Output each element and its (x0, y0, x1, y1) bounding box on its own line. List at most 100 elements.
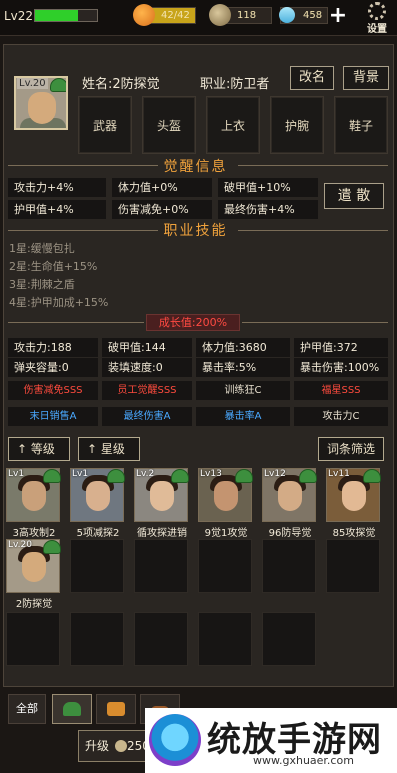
survivor-name: 5项减探2 (76, 528, 120, 539)
survivor-card[interactable]: Lv12 96防导觉 (262, 468, 317, 539)
divider (242, 322, 388, 323)
trait-tag: 训练狂C (196, 381, 290, 400)
attr-cell: 弹夹容量:0 (8, 358, 98, 377)
awaken-stat: 护甲值+4% (8, 200, 106, 219)
octopus-logo-icon (149, 714, 201, 766)
attr-cell: 体力值:3680 (196, 338, 290, 357)
empty-slot (262, 539, 316, 593)
survivor-portrait (150, 481, 174, 511)
survivor-card[interactable]: Lv11 85攻探觉 (326, 468, 381, 539)
empty-slot (198, 539, 252, 593)
tab-all[interactable]: 全部 (8, 694, 46, 724)
awaken-stat: 体力值+0% (112, 178, 212, 197)
survivor-portrait (278, 481, 302, 511)
awaken-stat: 最终伤害+4% (218, 200, 318, 219)
survivor-portrait (22, 481, 46, 511)
survivor-name: 2防探觉 (15, 599, 53, 610)
sort-by-star-button[interactable]: ↑ 星级 (78, 437, 140, 461)
sort-by-level-button[interactable]: ↑ 等级 (8, 437, 70, 461)
survivor-portrait (214, 481, 238, 511)
growth-value: 成长值:200% (146, 314, 240, 331)
survivor-level: Lv13 (200, 469, 222, 479)
survivor-level: Lv.2 (136, 469, 155, 479)
awaken-stat: 破甲值+10% (218, 178, 318, 197)
skill-line: 2星:生命值+15% (9, 260, 98, 273)
attr-cell: 护甲值:372 (294, 338, 388, 357)
upgrade-button[interactable]: 升级 250 (78, 730, 152, 762)
hero-avatar: Lv.20 (14, 76, 68, 130)
top-bar: Lv22 42/42 118 458 + 设置 (0, 0, 397, 36)
settings-button[interactable]: 设置 (360, 2, 394, 35)
empty-slot (326, 539, 380, 593)
survivor-card[interactable]: Lv13 9觉1攻觉 (198, 468, 253, 539)
dismiss-button[interactable]: 遣 散 (324, 183, 384, 209)
hp-bar-fill (35, 10, 79, 21)
helmet-icon (43, 469, 61, 483)
trait-filter-button[interactable]: 词条筛选 (318, 437, 384, 461)
trait-tag: 伤害减免SSS (8, 381, 98, 400)
survivor-level: Lv12 (264, 469, 286, 479)
tab-fighter[interactable] (96, 694, 136, 724)
survivor-portrait (86, 481, 110, 511)
settings-label: 设置 (367, 24, 387, 35)
empty-slot (134, 612, 188, 666)
hp-bar (34, 9, 98, 22)
hero-profession: 职业:防卫者 (200, 77, 270, 92)
helmet-icon (107, 469, 125, 483)
survivor-name: 3高攻制2 (12, 528, 56, 539)
empty-slot (134, 539, 188, 593)
survivor-name: 96防导觉 (268, 528, 312, 539)
equip-slot-shoes[interactable]: 鞋子 (334, 96, 388, 154)
skill-line: 3星:荆棘之盾 (9, 278, 75, 291)
gem-value: 458 (303, 10, 323, 21)
equip-slot-bracer[interactable]: 护腕 (270, 96, 324, 154)
helmet-icon (50, 78, 66, 92)
awaken-stat: 攻击力+4% (8, 178, 106, 197)
survivor-portrait (22, 552, 46, 582)
hero-portrait (28, 92, 56, 124)
equip-slot-armor[interactable]: 上衣 (206, 96, 260, 154)
empty-slot (70, 539, 124, 593)
heart-icon (133, 4, 155, 26)
add-currency-button[interactable]: + (328, 5, 348, 27)
trait-tag: 福星SSS (294, 381, 388, 400)
gear-icon (368, 2, 386, 20)
tab-defender[interactable] (52, 694, 92, 724)
trait-tag: 暴击率A (196, 407, 290, 426)
energy-value: 42/42 (161, 10, 190, 21)
player-level: Lv22 (4, 9, 34, 23)
empty-slot (70, 612, 124, 666)
empty-slot (262, 612, 316, 666)
survivor-name: 85攻探觉 (332, 528, 376, 539)
survivor-level: Lv11 (328, 469, 350, 479)
equip-slot-helmet[interactable]: 头盔 (142, 96, 196, 154)
sort-star-label: 星级 (100, 442, 125, 456)
trait-tag: 最终伤害A (102, 407, 192, 426)
skill-line: 4星:护甲加成+15% (9, 296, 109, 309)
survivor-card[interactable]: Lv.2 循攻探进销 (134, 468, 189, 539)
coin-counter: 118 (209, 4, 272, 26)
survivor-level: Lv1 (72, 469, 89, 479)
survivor-name: 9觉1攻觉 (204, 528, 248, 539)
sort-level-label: 等级 (30, 442, 55, 456)
rename-button[interactable]: 改名 (290, 66, 334, 90)
energy-counter: 42/42 (133, 4, 196, 26)
equip-slot-weapon[interactable]: 武器 (78, 96, 132, 154)
helmet-icon (299, 469, 317, 483)
survivor-card[interactable]: Lv1 5项减探2 (70, 468, 125, 539)
coin-value: 118 (237, 10, 257, 21)
survivor-card[interactable]: Lv.20 2防探觉 (6, 539, 61, 610)
arm-icon (107, 702, 125, 716)
watermark: 统放手游网 www.gxhuaer.com (145, 708, 397, 773)
background-button[interactable]: 背景 (343, 66, 389, 90)
attr-cell: 装填速度:0 (102, 358, 192, 377)
helmet-icon (363, 469, 381, 483)
survivor-card[interactable]: Lv1 3高攻制2 (6, 468, 61, 539)
trait-tag: 员工觉醒SSS (102, 381, 192, 400)
survivor-level: Lv1 (8, 469, 25, 479)
empty-slot (198, 612, 252, 666)
attr-cell: 暴击伤害:100% (294, 358, 388, 377)
arrow-up-icon: ↑ (87, 442, 101, 456)
hero-level-tag: Lv.20 (17, 78, 48, 89)
helmet-icon (171, 469, 189, 483)
